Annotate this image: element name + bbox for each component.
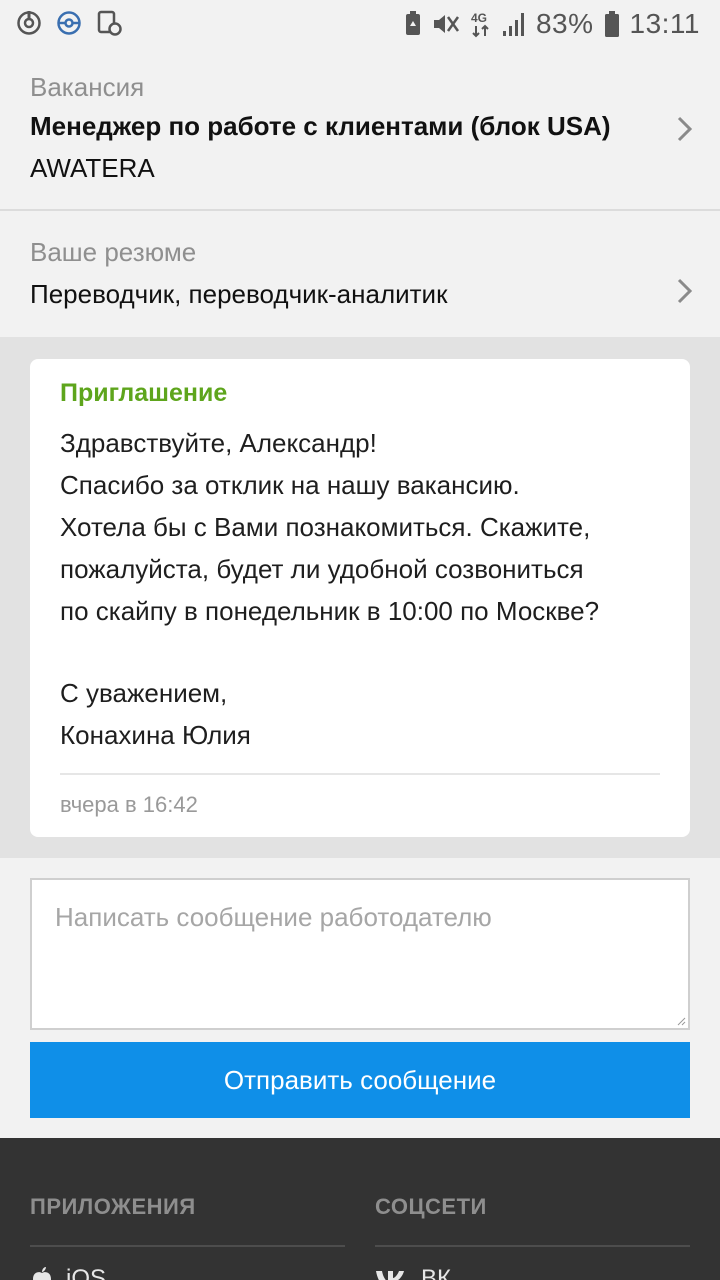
message-line: по скайпу в понедельник в 10:00 по Москв…: [60, 596, 600, 626]
footer-ios-link[interactable]: iOS: [30, 1265, 345, 1280]
clock: 13:11: [629, 8, 700, 39]
message-line: Здравствуйте, Александр!: [60, 428, 377, 458]
status-bar: 4G 83% 13:11: [0, 0, 720, 48]
chevron-right-icon: [677, 116, 693, 142]
screenshot-icon: [96, 10, 122, 36]
message-line: Хотела бы с Вами познакомиться. Скажите,: [60, 512, 591, 542]
battery-icon: [604, 10, 620, 38]
footer-social-heading: СОЦСЕТИ: [375, 1194, 487, 1219]
divider: [60, 773, 660, 775]
signal-icon: [502, 11, 526, 37]
status-icons-left: [16, 10, 122, 36]
message-area: Приглашение Здравствуйте, Александр! Спа…: [0, 337, 720, 858]
vacancy-row[interactable]: Вакансия Менеджер по работе с клиентами …: [0, 48, 720, 211]
message-card: Приглашение Здравствуйте, Александр! Спа…: [30, 359, 690, 837]
vacancy-title: Менеджер по работе с клиентами (блок USA…: [30, 111, 611, 141]
footer: ПРИЛОЖЕНИЯ iOS СОЦСЕТИ ВК: [0, 1138, 720, 1280]
divider: [375, 1245, 690, 1247]
footer-vk-link[interactable]: ВК: [375, 1265, 690, 1280]
chevron-right-icon: [677, 278, 693, 304]
message-line: Конахина Юлия: [60, 720, 251, 750]
footer-apps-heading: ПРИЛОЖЕНИЯ: [30, 1194, 196, 1219]
footer-ios-label: iOS: [66, 1265, 107, 1280]
message-input-placeholder: Написать сообщение работодателю: [55, 902, 492, 932]
message-body: Здравствуйте, Александр! Спасибо за откл…: [60, 422, 670, 756]
svg-text:4G: 4G: [471, 11, 487, 25]
compose-area: Написать сообщение работодателю Отправит…: [0, 858, 720, 1138]
message-kind: Приглашение: [60, 379, 228, 407]
apple-icon: [33, 1267, 51, 1280]
pokeball-icon: [56, 10, 82, 36]
vacancy-label: Вакансия: [30, 72, 145, 102]
resume-title: Переводчик, переводчик-аналитик: [30, 279, 448, 309]
resize-grip-icon[interactable]: [676, 1016, 686, 1026]
battery-percent: 83%: [535, 8, 594, 39]
battery-saver-icon: [404, 11, 422, 37]
resume-label: Ваше резюме: [30, 237, 197, 267]
divider: [30, 1245, 345, 1247]
mute-icon: [432, 11, 460, 37]
vk-icon: [376, 1271, 404, 1280]
sync-icon: [16, 10, 42, 36]
network-4g-icon: 4G: [470, 10, 492, 38]
vacancy-company: AWATERA: [30, 153, 155, 183]
footer-vk-label: ВК: [421, 1265, 451, 1280]
footer-social-column: СОЦСЕТИ ВК: [375, 1194, 690, 1280]
message-line: С уважением,: [60, 678, 228, 708]
message-line: Спасибо за отклик на нашу вакансию.: [60, 470, 520, 500]
resume-row[interactable]: Ваше резюме Переводчик, переводчик-анали…: [0, 213, 720, 337]
send-message-button[interactable]: Отправить сообщение: [30, 1042, 690, 1118]
footer-apps-column: ПРИЛОЖЕНИЯ iOS: [30, 1194, 345, 1280]
message-timestamp: вчера в 16:42: [60, 792, 198, 817]
status-icons-right: 4G 83% 13:11: [404, 6, 700, 42]
message-line: пожалуйста, будет ли удобной созвониться: [60, 554, 584, 584]
message-input[interactable]: Написать сообщение работодателю: [30, 878, 690, 1030]
